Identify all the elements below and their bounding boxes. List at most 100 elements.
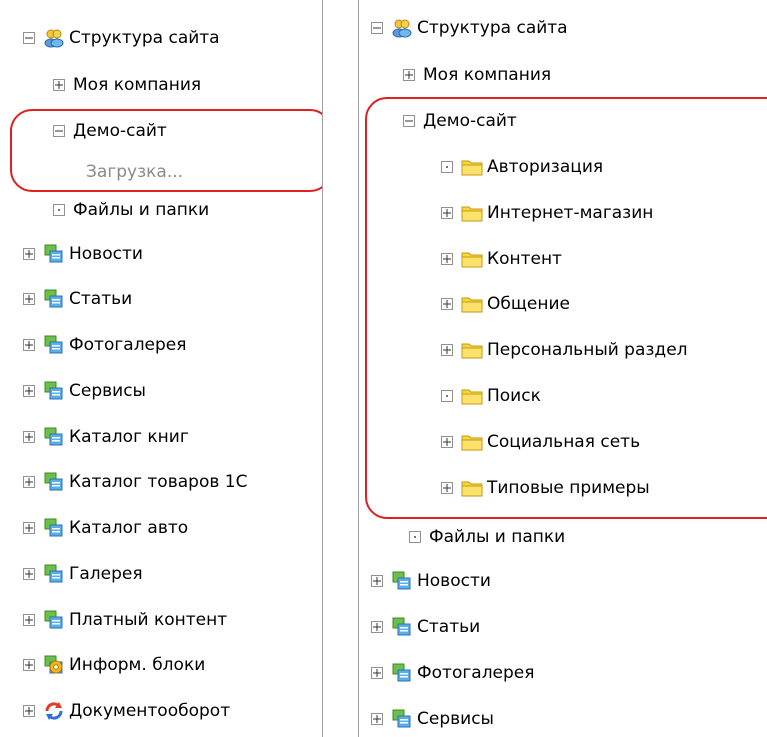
folder-icon (461, 294, 483, 314)
expand-icon[interactable] (371, 713, 383, 725)
tree-node-section[interactable]: Каталог книг (23, 422, 189, 452)
tree-node-label: Информ. блоки (69, 655, 206, 675)
tree-node-folder[interactable]: Персональный раздел (441, 335, 688, 365)
tree-node-label: Новости (69, 244, 143, 264)
tree-node-label: Контент (487, 249, 562, 269)
tree-node-label: Файлы и папки (429, 527, 566, 547)
expand-icon[interactable] (23, 248, 35, 260)
tree-node-label: Моя компания (73, 75, 202, 95)
tree-node-label: Моя компания (423, 65, 552, 85)
tree-node-my-company[interactable]: Моя компания (53, 70, 201, 100)
tree-node-folder[interactable]: Типовые примеры (441, 473, 650, 503)
tree-node-label: Общение (487, 294, 570, 314)
expand-icon[interactable] (441, 253, 453, 265)
folder-icon (461, 478, 483, 498)
tree-node-my-company[interactable]: Моя компания (403, 60, 551, 90)
tree-node-label: Статьи (417, 617, 481, 637)
collapse-icon[interactable] (53, 125, 65, 137)
tree-node-label: Платный контент (69, 610, 228, 630)
expand-icon[interactable] (371, 667, 383, 679)
expand-icon[interactable] (441, 344, 453, 356)
expand-icon[interactable] (23, 522, 35, 534)
iblock-icon (391, 709, 413, 729)
collapse-icon[interactable] (23, 32, 35, 44)
tree-panel-collapsed: Структура сайта Моя компания Демо-сайт З… (0, 0, 323, 737)
empty-node-icon[interactable] (441, 161, 453, 173)
tree-node-section[interactable]: Статьи (23, 284, 132, 314)
tree-node-section[interactable]: Документооборот (23, 696, 230, 726)
expand-icon[interactable] (23, 431, 35, 443)
tree-node-label: Типовые примеры (487, 478, 650, 498)
collapse-icon[interactable] (371, 22, 383, 34)
tree-node-demo-site[interactable]: Демо-сайт (403, 106, 517, 136)
tree-node-label: Интернет-магазин (487, 203, 654, 223)
tree-node-section[interactable]: Статьи (371, 612, 480, 642)
expand-icon[interactable] (23, 339, 35, 351)
expand-icon[interactable] (23, 705, 35, 717)
expand-icon[interactable] (403, 69, 415, 81)
tree-node-label: Демо-сайт (73, 121, 167, 141)
expand-icon[interactable] (441, 298, 453, 310)
expand-icon[interactable] (53, 79, 65, 91)
expand-icon[interactable] (441, 482, 453, 494)
tree-node-section[interactable]: Новости (23, 239, 143, 269)
tree-node-label: Каталог товаров 1С (69, 472, 248, 492)
tree-node-section[interactable]: Новости (371, 566, 491, 596)
tree-node-label: Фотогалерея (69, 335, 187, 355)
tree-node-label: Файлы и папки (73, 200, 210, 220)
tree-node-folder[interactable]: Авторизация (441, 152, 603, 182)
tree-node-label: Каталог книг (69, 427, 189, 447)
expand-icon[interactable] (23, 614, 35, 626)
iblock-icon (43, 289, 65, 309)
expand-icon[interactable] (441, 207, 453, 219)
iblock-icon (43, 564, 65, 584)
tree-node-folder[interactable]: Поиск (441, 381, 541, 411)
expand-icon[interactable] (23, 293, 35, 305)
tree-node-label: Демо-сайт (423, 111, 517, 131)
tree-node-folder[interactable]: Общение (441, 289, 570, 319)
tree-node-demo-site[interactable]: Демо-сайт (53, 116, 167, 146)
expand-icon[interactable] (23, 476, 35, 488)
tree-node-label: Фотогалерея (417, 663, 535, 683)
tree-node-label: Структура сайта (69, 28, 220, 48)
tree-node-section[interactable]: Каталог товаров 1С (23, 467, 247, 497)
tree-node-folder[interactable]: Социальная сеть (441, 427, 640, 457)
tree-node-label: Галерея (69, 564, 143, 584)
tree-node-label: Новости (417, 571, 491, 591)
folder-icon (461, 340, 483, 360)
expand-icon[interactable] (23, 385, 35, 397)
collapse-icon[interactable] (403, 115, 415, 127)
tree-node-section[interactable]: Фотогалерея (23, 330, 187, 360)
tree-node-section[interactable]: Платный контент (23, 605, 227, 635)
tree-node-folder[interactable]: Контент (441, 244, 562, 274)
tree-node-section[interactable]: Информ. блоки (23, 650, 205, 680)
tree-node-section[interactable]: Сервисы (371, 704, 494, 734)
tree-node-label: Статьи (69, 289, 133, 309)
tree-node-section[interactable]: Сервисы (23, 376, 146, 406)
tree-node-files[interactable]: Файлы и папки (53, 195, 209, 225)
expand-icon[interactable] (23, 659, 35, 671)
tree-node-section[interactable]: Каталог авто (23, 513, 188, 543)
tree-node-site-structure[interactable]: Структура сайта (371, 13, 568, 43)
users-icon (43, 28, 65, 48)
iblock-icon (43, 472, 65, 492)
expand-icon[interactable] (371, 621, 383, 633)
tree-node-folder[interactable]: Интернет-магазин (441, 198, 653, 228)
expand-icon[interactable] (441, 436, 453, 448)
folder-icon (461, 249, 483, 269)
empty-node-icon[interactable] (409, 531, 421, 543)
empty-node-icon[interactable] (441, 390, 453, 402)
expand-icon[interactable] (23, 568, 35, 580)
tree-node-label: Сервисы (417, 709, 494, 729)
workflow-icon (43, 701, 65, 721)
folder-icon (461, 386, 483, 406)
gear-iblock-icon (43, 655, 65, 675)
tree-node-section[interactable]: Галерея (23, 559, 143, 589)
tree-node-section[interactable]: Фотогалерея (371, 658, 535, 688)
expand-icon[interactable] (371, 575, 383, 587)
folder-icon (461, 432, 483, 452)
tree-node-label: Структура сайта (417, 18, 568, 38)
tree-node-files[interactable]: Файлы и папки (409, 522, 565, 552)
tree-node-site-structure[interactable]: Структура сайта (23, 23, 220, 53)
empty-node-icon[interactable] (53, 204, 65, 216)
